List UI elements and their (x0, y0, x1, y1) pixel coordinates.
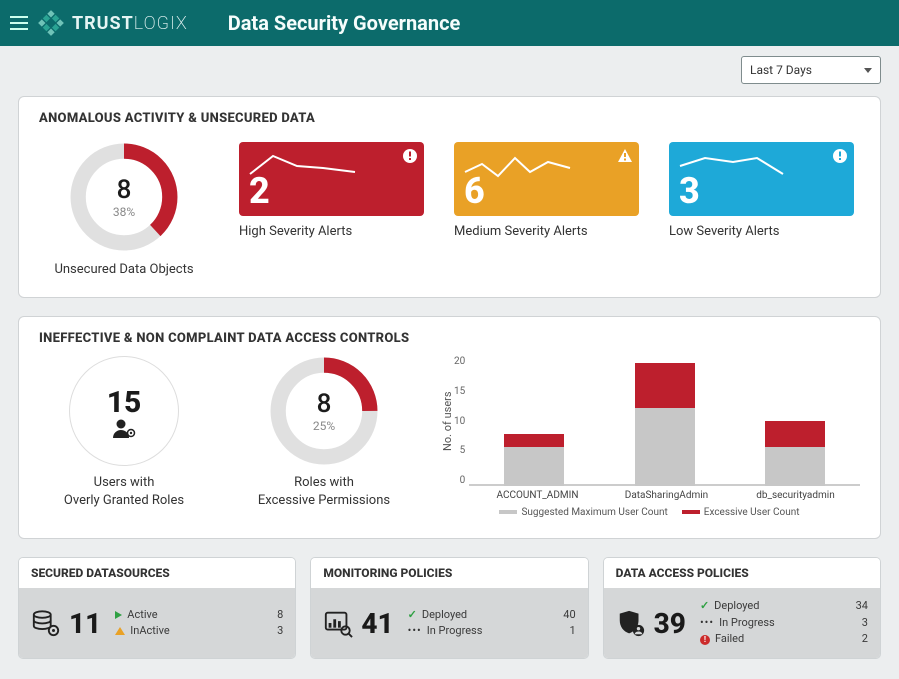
high-count: 2 (249, 170, 270, 212)
menu-icon[interactable] (10, 16, 28, 30)
data-access-policies-card[interactable]: DATA ACCESS POLICIES 39 ✓Deployed34•••In… (603, 557, 881, 659)
time-range-select[interactable]: Last 7 Days (741, 56, 881, 84)
chevron-down-icon (864, 68, 872, 73)
play-icon (115, 611, 122, 619)
high-label: High Severity Alerts (239, 224, 424, 239)
high-severity-tile[interactable]: 2 High Severity Alerts (239, 142, 424, 239)
alert-circle-icon (402, 148, 418, 164)
toolbar: Last 7 Days (18, 56, 881, 84)
stat-row: !Failed2 (700, 631, 868, 648)
low-count: 3 (679, 170, 700, 212)
stat-row: ✓Deployed40 (408, 607, 576, 624)
stat-row: •••In Progress1 (408, 623, 576, 640)
shield-user-icon (616, 608, 646, 638)
anomalous-card: ANOMALOUS ACTIVITY & UNSECURED DATA 8 38… (18, 96, 881, 298)
y-axis-ticks: 20151050 (454, 356, 469, 486)
in-progress-icon: ••• (700, 615, 714, 632)
stat-row: InActive3 (115, 623, 283, 640)
medium-count: 6 (464, 170, 485, 212)
unsecured-pct: 38% (113, 205, 135, 219)
ineffective-card-title: INEFFECTIVE & NON COMPLAINT DATA ACCESS … (39, 331, 860, 346)
database-gear-icon (31, 608, 61, 638)
roles-excessive-pct: 25% (313, 419, 335, 433)
y-axis-label: No. of users (439, 356, 454, 486)
low-label: Low Severity Alerts (669, 224, 854, 239)
anomalous-card-title: ANOMALOUS ACTIVITY & UNSECURED DATA (39, 111, 860, 126)
monitoring-policies-card[interactable]: MONITORING POLICIES 41 ✓Deployed40•••In … (310, 557, 588, 659)
unsecured-label: Unsecured Data Objects (54, 262, 193, 277)
failed-icon: ! (700, 635, 710, 645)
check-icon: ✓ (408, 607, 417, 624)
in-progress-icon: ••• (408, 623, 422, 640)
stat-row: Active8 (115, 607, 283, 624)
page-title: Data Security Governance (228, 11, 461, 35)
brand-logo-icon (38, 10, 64, 36)
roles-excessive-tile[interactable]: 8 25% Roles withExcessive Permissions (239, 356, 409, 509)
top-bar: TRUSTLOGIX Data Security Governance (0, 0, 899, 46)
ineffective-card: INEFFECTIVE & NON COMPLAINT DATA ACCESS … (18, 316, 881, 539)
user-gear-icon (111, 418, 137, 438)
time-range-value: Last 7 Days (750, 63, 812, 77)
check-icon: ✓ (700, 598, 709, 615)
users-overly-tile[interactable]: 15 Users withOverly Granted Roles (39, 356, 209, 509)
stat-row: ✓Deployed34 (700, 598, 868, 615)
brand: TRUSTLOGIX (38, 10, 188, 36)
alert-circle-icon (832, 148, 848, 164)
users-overly-count: 15 (107, 385, 142, 420)
roles-bar-chart: No. of users 20151050 ACCOUNT_ADMINDataS… (439, 356, 860, 518)
roles-excessive-count: 8 (317, 389, 332, 419)
brand-name: TRUSTLOGIX (72, 13, 188, 34)
alert-triangle-icon (617, 148, 633, 164)
low-severity-tile[interactable]: 3 Low Severity Alerts (669, 142, 854, 239)
unsecured-data-tile[interactable]: 8 38% Unsecured Data Objects (39, 142, 209, 277)
medium-severity-tile[interactable]: 6 Medium Severity Alerts (454, 142, 639, 239)
medium-label: Medium Severity Alerts (454, 224, 639, 239)
stat-row: •••In Progress3 (700, 615, 868, 632)
monitor-search-icon (323, 608, 353, 638)
secured-datasources-card[interactable]: SECURED DATASOURCES 11 Active8InActive3 (18, 557, 296, 659)
unsecured-count: 8 (117, 175, 132, 205)
warning-triangle-icon (115, 627, 125, 635)
